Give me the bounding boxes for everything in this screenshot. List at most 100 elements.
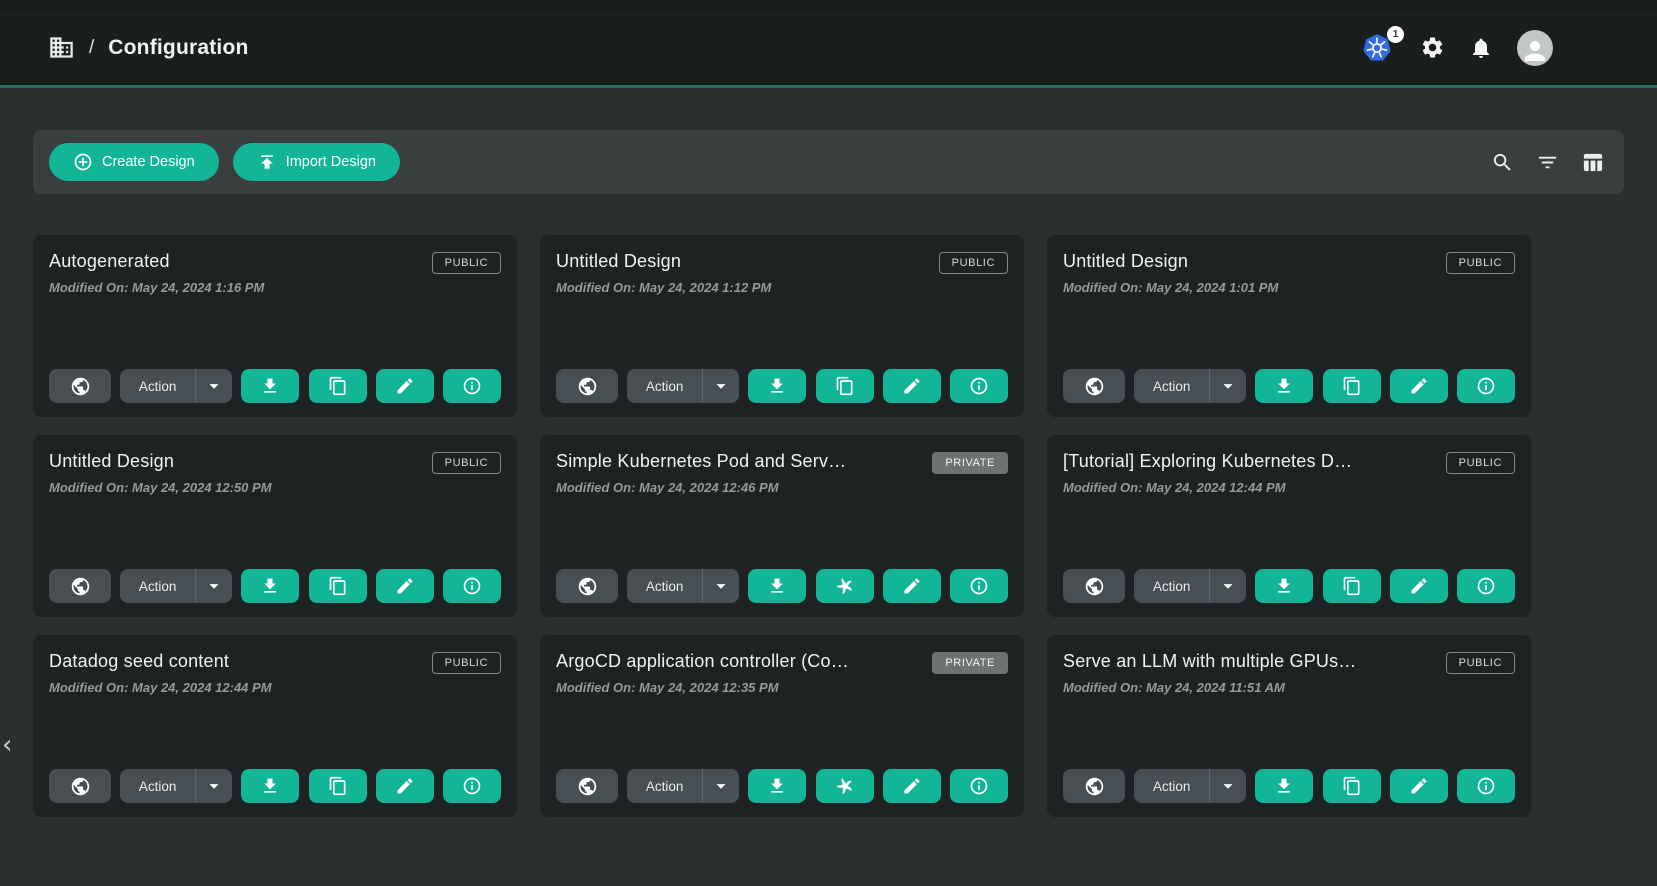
clone-button[interactable] bbox=[309, 369, 367, 403]
info-button[interactable] bbox=[1457, 569, 1515, 603]
spiral-action-button[interactable] bbox=[816, 769, 874, 803]
action-dropdown-toggle[interactable] bbox=[196, 769, 232, 803]
breadcrumb-separator: / bbox=[89, 37, 94, 59]
action-button-label[interactable]: Action bbox=[627, 369, 702, 403]
design-card: Datadog seed content PUBLIC Modified On:… bbox=[33, 635, 517, 817]
download-button[interactable] bbox=[1255, 769, 1313, 803]
info-button[interactable] bbox=[1457, 369, 1515, 403]
action-split-button[interactable]: Action bbox=[120, 569, 232, 603]
action-split-button[interactable]: Action bbox=[627, 769, 739, 803]
create-design-button[interactable]: Create Design bbox=[49, 143, 219, 181]
visibility-badge: PUBLIC bbox=[1446, 452, 1515, 474]
import-design-button[interactable]: Import Design bbox=[233, 143, 400, 181]
edit-button[interactable] bbox=[376, 569, 434, 603]
download-button[interactable] bbox=[748, 369, 806, 403]
download-button[interactable] bbox=[1255, 369, 1313, 403]
info-button[interactable] bbox=[950, 769, 1008, 803]
download-icon bbox=[1274, 776, 1294, 796]
info-icon bbox=[1476, 376, 1496, 396]
design-title: Untitled Design bbox=[1063, 251, 1188, 272]
action-dropdown-toggle[interactable] bbox=[196, 369, 232, 403]
edit-button[interactable] bbox=[1390, 569, 1448, 603]
clone-button[interactable] bbox=[309, 569, 367, 603]
info-icon bbox=[462, 576, 482, 596]
drawer-collapse-handle[interactable]: ‹ bbox=[2, 732, 12, 758]
action-dropdown-toggle[interactable] bbox=[196, 569, 232, 603]
spiral-action-button[interactable] bbox=[816, 569, 874, 603]
card-action-row: Action bbox=[556, 569, 1008, 603]
action-dropdown-toggle[interactable] bbox=[1210, 569, 1246, 603]
clone-button[interactable] bbox=[1323, 569, 1381, 603]
download-button[interactable] bbox=[748, 569, 806, 603]
action-button-label[interactable]: Action bbox=[1134, 569, 1209, 603]
visibility-globe-button[interactable] bbox=[1063, 369, 1125, 403]
edit-button[interactable] bbox=[883, 569, 941, 603]
edit-button[interactable] bbox=[376, 769, 434, 803]
settings-button[interactable] bbox=[1420, 35, 1445, 60]
download-button[interactable] bbox=[241, 369, 299, 403]
info-button[interactable] bbox=[950, 569, 1008, 603]
action-button-label[interactable]: Action bbox=[627, 769, 702, 803]
action-split-button[interactable]: Action bbox=[120, 369, 232, 403]
action-button-label[interactable]: Action bbox=[120, 569, 195, 603]
action-dropdown-toggle[interactable] bbox=[703, 569, 739, 603]
building-icon[interactable] bbox=[48, 34, 75, 61]
info-button[interactable] bbox=[950, 369, 1008, 403]
action-dropdown-toggle[interactable] bbox=[703, 369, 739, 403]
visibility-globe-button[interactable] bbox=[556, 769, 618, 803]
visibility-globe-button[interactable] bbox=[49, 769, 111, 803]
action-button-label[interactable]: Action bbox=[627, 569, 702, 603]
action-dropdown-toggle[interactable] bbox=[1210, 769, 1246, 803]
notifications-button[interactable] bbox=[1469, 36, 1493, 60]
kubernetes-context-button[interactable]: 1 bbox=[1362, 33, 1396, 63]
search-button[interactable] bbox=[1491, 151, 1514, 174]
visibility-globe-button[interactable] bbox=[1063, 569, 1125, 603]
clone-button[interactable] bbox=[816, 369, 874, 403]
download-icon bbox=[260, 776, 280, 796]
download-button[interactable] bbox=[241, 769, 299, 803]
info-button[interactable] bbox=[443, 769, 501, 803]
action-dropdown-toggle[interactable] bbox=[703, 769, 739, 803]
visibility-globe-button[interactable] bbox=[556, 369, 618, 403]
visibility-globe-button[interactable] bbox=[1063, 769, 1125, 803]
download-button[interactable] bbox=[241, 569, 299, 603]
edit-button[interactable] bbox=[883, 369, 941, 403]
spiral-icon bbox=[834, 775, 856, 797]
info-button[interactable] bbox=[443, 369, 501, 403]
download-button[interactable] bbox=[1255, 569, 1313, 603]
info-button[interactable] bbox=[1457, 769, 1515, 803]
action-dropdown-toggle[interactable] bbox=[1210, 369, 1246, 403]
action-split-button[interactable]: Action bbox=[1134, 769, 1246, 803]
action-split-button[interactable]: Action bbox=[627, 369, 739, 403]
action-button-label[interactable]: Action bbox=[1134, 769, 1209, 803]
visibility-globe-button[interactable] bbox=[556, 569, 618, 603]
table-view-button[interactable] bbox=[1581, 151, 1604, 174]
action-button-label[interactable]: Action bbox=[1134, 369, 1209, 403]
edit-button[interactable] bbox=[1390, 369, 1448, 403]
edit-button[interactable] bbox=[376, 369, 434, 403]
action-button-label[interactable]: Action bbox=[120, 769, 195, 803]
clone-button[interactable] bbox=[1323, 769, 1381, 803]
info-button[interactable] bbox=[443, 569, 501, 603]
visibility-globe-button[interactable] bbox=[49, 369, 111, 403]
designs-grid: Autogenerated PUBLIC Modified On: May 24… bbox=[33, 235, 1624, 817]
chevron-down-icon bbox=[203, 375, 225, 397]
action-split-button[interactable]: Action bbox=[1134, 369, 1246, 403]
pencil-icon bbox=[902, 776, 922, 796]
action-split-button[interactable]: Action bbox=[1134, 569, 1246, 603]
clone-button[interactable] bbox=[309, 769, 367, 803]
action-split-button[interactable]: Action bbox=[120, 769, 232, 803]
filter-button[interactable] bbox=[1536, 151, 1559, 174]
edit-button[interactable] bbox=[1390, 769, 1448, 803]
download-button[interactable] bbox=[748, 769, 806, 803]
edit-button[interactable] bbox=[883, 769, 941, 803]
action-split-button[interactable]: Action bbox=[627, 569, 739, 603]
pencil-icon bbox=[902, 576, 922, 596]
info-icon bbox=[462, 376, 482, 396]
avatar[interactable] bbox=[1517, 30, 1553, 66]
visibility-globe-button[interactable] bbox=[49, 569, 111, 603]
action-button-label[interactable]: Action bbox=[120, 369, 195, 403]
modified-on-text: Modified On: May 24, 2024 11:51 AM bbox=[1063, 680, 1515, 695]
clone-button[interactable] bbox=[1323, 369, 1381, 403]
modified-on-text: Modified On: May 24, 2024 12:46 PM bbox=[556, 480, 1008, 495]
